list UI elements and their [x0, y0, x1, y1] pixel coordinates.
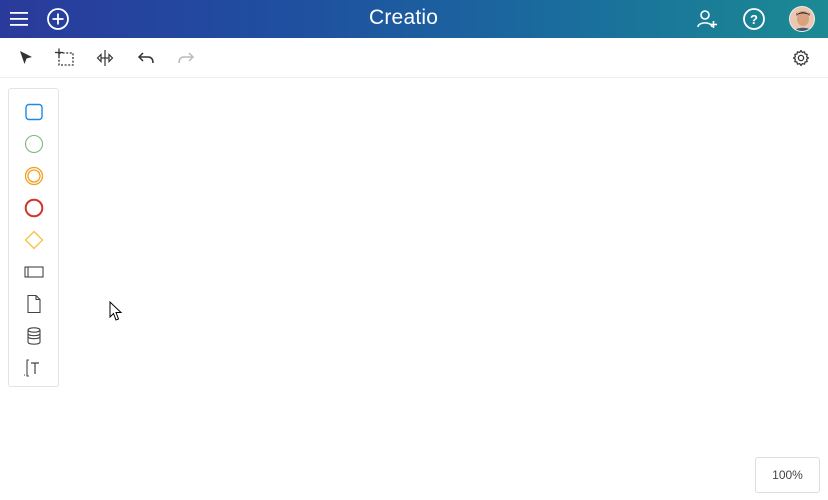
space-tool-icon[interactable]	[95, 48, 115, 68]
task-icon[interactable]	[22, 100, 46, 124]
end-event-icon[interactable]	[22, 196, 46, 220]
gateway-icon[interactable]	[22, 228, 46, 252]
help-icon[interactable]: ?	[741, 6, 767, 32]
pool-icon[interactable]	[22, 260, 46, 284]
add-icon[interactable]	[45, 6, 71, 32]
settings-icon[interactable]	[791, 48, 811, 68]
svg-text:?: ?	[750, 12, 758, 27]
user-avatar[interactable]	[789, 6, 815, 32]
diagram-toolbar	[0, 38, 828, 78]
app-logo[interactable]: Creatio	[369, 5, 438, 31]
data-object-icon[interactable]	[22, 292, 46, 316]
select-icon[interactable]	[16, 48, 36, 68]
intermediate-event-icon[interactable]	[22, 164, 46, 188]
lasso-select-icon[interactable]	[55, 48, 75, 68]
element-palette	[8, 88, 59, 387]
data-store-icon[interactable]	[22, 324, 46, 348]
top-bar: Creatio ?	[0, 0, 828, 38]
start-event-icon[interactable]	[22, 132, 46, 156]
diagram-canvas[interactable]	[0, 79, 828, 500]
menu-icon[interactable]	[6, 6, 32, 32]
redo-icon[interactable]	[176, 48, 196, 68]
zoom-level[interactable]: 100%	[755, 457, 820, 493]
undo-icon[interactable]	[136, 48, 156, 68]
invite-user-icon[interactable]	[694, 6, 720, 32]
text-annotation-icon[interactable]	[22, 356, 46, 380]
